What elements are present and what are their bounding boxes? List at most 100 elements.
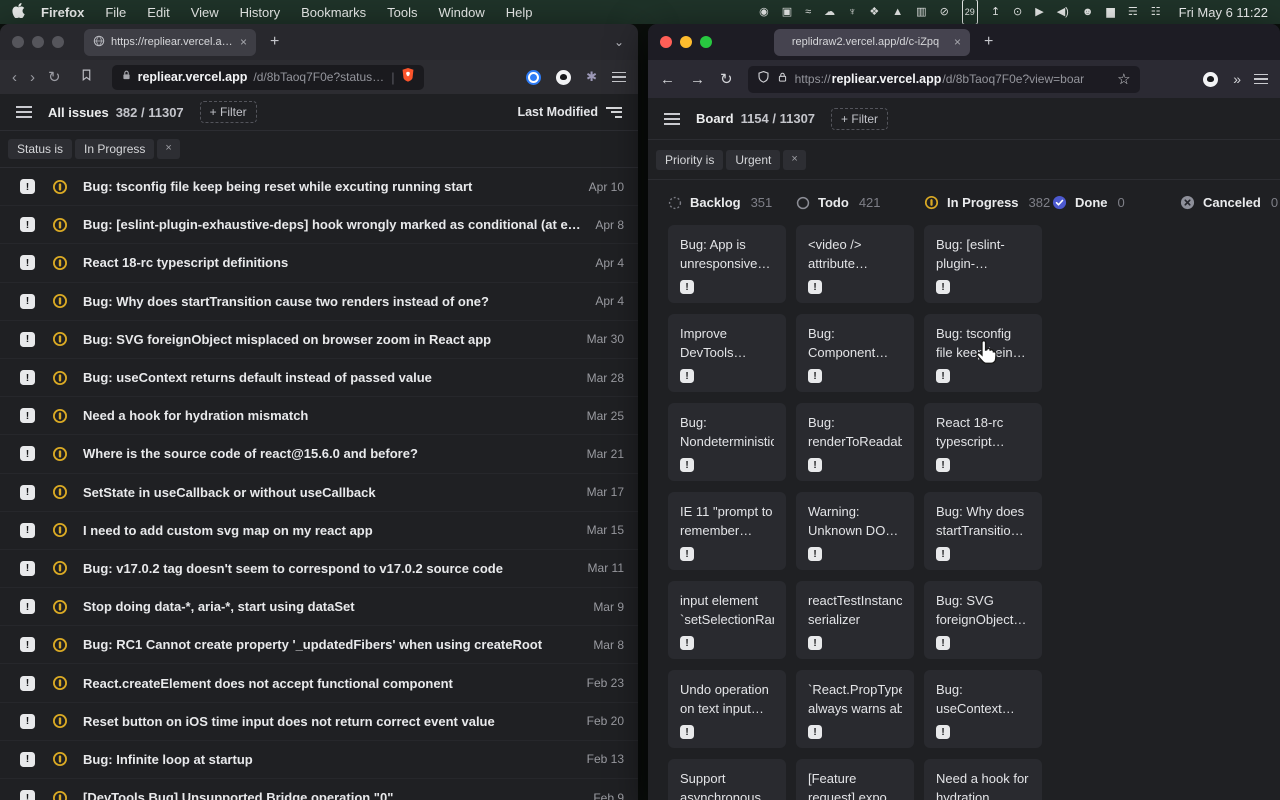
urgent-priority-icon[interactable]: ! [936,725,950,739]
urgent-priority-icon[interactable]: ! [20,332,35,347]
in-progress-status-icon[interactable] [52,599,68,615]
board-card[interactable]: `React.PropTypesalways warns about! [796,670,914,748]
board-card[interactable]: Bug:useContext…! [924,670,1042,748]
urgent-priority-icon[interactable]: ! [808,725,822,739]
upload-icon[interactable]: ↥ [991,0,1000,24]
board-card[interactable]: Undo operationon text input…! [668,670,786,748]
menu-item-edit[interactable]: Edit [147,5,169,20]
urgent-priority-icon[interactable]: ! [20,217,35,232]
urgent-priority-icon[interactable]: ! [20,752,35,767]
menu-item-tools[interactable]: Tools [387,5,417,20]
in-progress-status-icon[interactable] [52,522,68,538]
power-icon[interactable]: ⊙ [1013,0,1022,24]
in-progress-status-icon[interactable] [52,179,68,195]
issue-row[interactable]: ![DevTools Bug] Unsupported Bridge opera… [0,779,638,800]
control-center-icon[interactable]: ☷ [1151,0,1161,24]
in-progress-status-icon[interactable] [52,675,68,691]
back-button[interactable]: ← [660,72,675,87]
board-card[interactable]: <video />attribute…! [796,225,914,303]
in-progress-status-icon[interactable] [52,408,68,424]
in-progress-status-icon[interactable] [52,560,68,576]
issue-row[interactable]: !Bug: Why does startTransition cause two… [0,283,638,321]
issue-row[interactable]: !Need a hook for hydration mismatchMar 2… [0,397,638,435]
urgent-priority-icon[interactable]: ! [20,676,35,691]
urgent-priority-icon[interactable]: ! [808,280,822,294]
bookmark-star-icon[interactable]: ☆ [1117,70,1130,88]
issue-row[interactable]: !Bug: v17.0.2 tag doesn't seem to corres… [0,550,638,588]
urgent-priority-icon[interactable]: ! [20,408,35,423]
urgent-priority-icon[interactable]: ! [20,637,35,652]
issue-row[interactable]: !Bug: useContext returns default instead… [0,359,638,397]
urgent-priority-icon[interactable]: ! [936,547,950,561]
minimize-window-button[interactable] [680,36,692,48]
issue-row[interactable]: !Bug: SVG foreignObject misplaced on bro… [0,321,638,359]
address-bar[interactable]: https:// repliear.vercel.app /d/8bTaoq7F… [748,66,1140,93]
issue-row[interactable]: !Stop doing data-*, aria-*, start using … [0,588,638,626]
board-card[interactable]: Warning:Unknown DO…! [796,492,914,570]
board-card[interactable]: Bug:Nondeterministic! [668,403,786,481]
github-extension-icon[interactable] [556,70,571,85]
menu-item-bookmarks[interactable]: Bookmarks [301,5,366,20]
window-layout-icon[interactable]: ▥ [916,0,926,24]
board-card[interactable]: IE 11 "prompt toremember…! [668,492,786,570]
board-card[interactable]: Bug:renderToReadableStr! [796,403,914,481]
issue-row[interactable]: !SetState in useCallback or without useC… [0,474,638,512]
urgent-priority-icon[interactable]: ! [936,636,950,650]
tab-overflow-chevron-icon[interactable]: ⌄ [614,35,624,49]
browser-tab[interactable]: replidraw2.vercel.app/d/c-iZpq × [774,29,970,56]
add-filter-button[interactable]: + Filter [831,108,888,130]
board-card[interactable]: Supportasynchronous…! [668,759,786,800]
browser-menu-icon[interactable] [1254,74,1268,85]
board-card[interactable]: Bug: App isunresponsive…! [668,225,786,303]
menu-item-help[interactable]: Help [506,5,533,20]
urgent-priority-icon[interactable]: ! [20,790,35,800]
menu-item-firefox[interactable]: Firefox [41,5,84,20]
board-card[interactable]: ImproveDevTools…! [668,314,786,392]
bookmark-icon[interactable] [80,68,93,87]
close-window-button[interactable] [12,36,24,48]
battery-icon[interactable]: ▆ [1106,0,1114,24]
menu-item-view[interactable]: View [191,5,219,20]
urgent-priority-icon[interactable]: ! [936,458,950,472]
urgent-priority-icon[interactable]: ! [680,725,694,739]
filter-value[interactable]: In Progress [75,139,154,159]
issue-row[interactable]: !Bug: [eslint-plugin-exhaustive-deps] ho… [0,206,638,244]
dropbox-icon[interactable]: ❖ [869,0,879,24]
filter-value[interactable]: Urgent [726,150,780,170]
board-card[interactable]: input element`setSelectionRange`! [668,581,786,659]
calendar-icon[interactable]: 29 [962,0,978,25]
extensions-icon[interactable]: ✱ [586,69,597,85]
in-progress-status-icon[interactable] [52,637,68,653]
urgent-priority-icon[interactable]: ! [808,458,822,472]
urgent-priority-icon[interactable]: ! [680,547,694,561]
in-progress-status-icon[interactable] [52,751,68,767]
urgent-priority-icon[interactable]: ! [20,294,35,309]
board-card[interactable]: Bug: tsconfigfile keep bein…! [924,314,1042,392]
browser-tab[interactable]: https://repliear.vercel.app/d/8b × [84,29,256,56]
tracking-shield-icon[interactable] [757,70,770,89]
urgent-priority-icon[interactable]: ! [680,458,694,472]
board-card[interactable]: Need a hook forhydration…! [924,759,1042,800]
sidebar-menu-icon[interactable] [664,113,680,125]
in-progress-status-icon[interactable] [52,713,68,729]
tab-close-icon[interactable]: × [240,35,247,49]
sort-label[interactable]: Last Modified [517,105,598,119]
filter-field[interactable]: Priority is [656,150,723,170]
issue-row[interactable]: !Reset button on iOS time input does not… [0,703,638,741]
overflow-menu-icon[interactable]: » [1233,71,1239,87]
browser-menu-icon[interactable] [612,72,626,83]
issue-row[interactable]: !Bug: Infinite loop at startupFeb 13 [0,741,638,779]
camera-icon[interactable]: ▣ [782,0,792,24]
urgent-priority-icon[interactable]: ! [680,369,694,383]
urgent-priority-icon[interactable]: ! [20,561,35,576]
in-progress-status-icon[interactable] [52,293,68,309]
shortcuts-icon[interactable]: ≈ [805,0,811,24]
menu-item-window[interactable]: Window [439,5,485,20]
in-progress-status-icon[interactable] [52,790,68,800]
forward-button[interactable]: › [30,70,35,85]
sidebar-menu-icon[interactable] [16,106,32,118]
urgent-priority-icon[interactable]: ! [808,547,822,561]
issue-row[interactable]: !React.createElement does not accept fun… [0,664,638,702]
docker-icon[interactable]: ♆ [848,0,856,24]
urgent-priority-icon[interactable]: ! [20,599,35,614]
